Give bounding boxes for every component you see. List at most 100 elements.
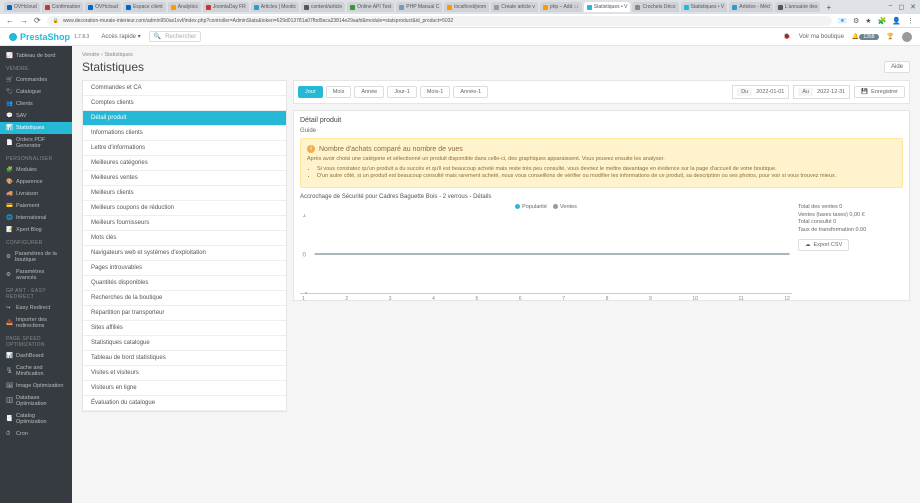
browser-tab[interactable]: OVHcloud [4, 2, 40, 12]
nav-forward-icon[interactable]: → [20, 16, 28, 25]
save-button[interactable]: 💾Enregistrer [854, 86, 905, 98]
period-button[interactable]: Jour-1 [387, 86, 417, 98]
svg-text:1: 1 [302, 214, 306, 219]
ext-icon[interactable]: 📧 [838, 17, 847, 25]
date-from[interactable]: Du2022-01-01 [732, 85, 789, 99]
browser-tab[interactable]: Online API Test [347, 2, 394, 12]
sidebar-item[interactable]: 🎨Apparence [0, 176, 72, 188]
sidebar-item[interactable]: 📑Catalog Optimization [0, 410, 72, 428]
sidebar-item[interactable]: 🏷Catalogue [0, 86, 72, 98]
quick-access[interactable]: Accès rapide ▾ [101, 33, 140, 40]
date-to[interactable]: Au2022-12-31 [793, 85, 850, 99]
submenu-item[interactable]: Meilleurs clients [83, 186, 286, 201]
browser-tab[interactable]: PHP Manual C [396, 2, 442, 12]
browser-tab[interactable]: Statistiques • V [681, 2, 728, 12]
browser-tab[interactable]: Confirmation [42, 2, 83, 12]
browser-tab[interactable]: JoomlaDay FR [203, 2, 249, 12]
sidebar-item[interactable]: ⏱Cron [0, 428, 72, 440]
period-button[interactable]: Mois [326, 86, 352, 98]
sidebar-item[interactable]: 💬SAV [0, 110, 72, 122]
sidebar-item[interactable]: 🧩Modules [0, 164, 72, 176]
sidebar-item[interactable]: ⚙Paramètres avancés [0, 266, 72, 284]
submenu-item[interactable]: Répartition par transporteur [83, 306, 286, 321]
url-input[interactable]: 🔒www.decoration-murale-interieur.com/adm… [47, 16, 833, 26]
submenu-item[interactable]: Statistiques catalogue [83, 336, 286, 351]
submenu-item[interactable]: Visiteurs en ligne [83, 381, 286, 396]
sidebar-item[interactable]: 📄Orders PDF Generator [0, 134, 72, 152]
menu-icon[interactable]: ⋮ [907, 17, 914, 25]
page-title: Statistiques [82, 60, 144, 74]
sidebar-item[interactable]: 🖼Image Optimization [0, 380, 72, 392]
submenu-item[interactable]: Informations clients [83, 126, 286, 141]
sidebar-item[interactable]: 🗜Cache and Minification [0, 362, 72, 380]
window-maximize[interactable]: ◻ [898, 3, 904, 11]
period-button[interactable]: Année [354, 86, 384, 98]
submenu-item[interactable]: Détail produit [83, 111, 286, 126]
submenu-item[interactable]: Lettre d'informations [83, 141, 286, 156]
nav-reload-icon[interactable]: ⟳ [34, 16, 41, 25]
submenu-item[interactable]: Mots clés [83, 231, 286, 246]
sidebar-item[interactable]: 🌐International [0, 212, 72, 224]
submenu-item[interactable]: Tableau de bord statistiques [83, 351, 286, 366]
sidebar-item[interactable]: 💳Paiement [0, 200, 72, 212]
trophy-icon[interactable]: 🏆 [887, 33, 894, 40]
period-button[interactable]: Année-1 [453, 86, 488, 98]
sidebar-item[interactable]: ⚙Paramètres de la boutique [0, 248, 72, 266]
profile-icon[interactable]: 👤 [892, 17, 901, 25]
menu-icon: 🖼 [6, 383, 12, 389]
submenu-item[interactable]: Comptes clients [83, 96, 286, 111]
window-close[interactable]: ✕ [910, 3, 916, 11]
ext-icon[interactable]: 🧩 [878, 17, 887, 25]
sidebar-dashboard[interactable]: 📈Tableau de bord [0, 50, 72, 62]
ext-icon[interactable]: ★ [865, 17, 871, 25]
browser-tab[interactable]: Create article v [491, 2, 538, 12]
browser-tab[interactable]: content/article [301, 2, 345, 12]
window-minimize[interactable]: − [888, 3, 892, 11]
sidebar-item[interactable]: 📥Importer des redirections [0, 314, 72, 332]
browser-tab[interactable]: Articles | Mootic [251, 2, 299, 12]
browser-tab[interactable]: Crochets Déco [632, 2, 678, 12]
browser-tab[interactable]: L'annuaire des [775, 2, 821, 12]
sidebar-item[interactable]: ↪Easy Redirect [0, 302, 72, 314]
debug-icon[interactable]: 🐞 [783, 33, 790, 40]
help-button[interactable]: Aide [884, 61, 910, 73]
period-button[interactable]: Jour [298, 86, 323, 98]
submenu-item[interactable]: Pages introuvables [83, 261, 286, 276]
browser-tab[interactable]: php – Add ↕↕ [540, 2, 582, 12]
new-tab-button[interactable]: + [826, 3, 831, 12]
view-shop-link[interactable]: Voir ma boutique [799, 34, 844, 40]
avatar[interactable] [902, 32, 912, 42]
submenu-item[interactable]: Commandes et CA [83, 81, 286, 96]
save-icon: 💾 [861, 89, 868, 95]
browser-tab[interactable]: localhost/joom [444, 2, 489, 12]
sidebar-item[interactable]: 🗄Database Optimization [0, 392, 72, 410]
sidebar-item[interactable]: 👥Clients [0, 98, 72, 110]
submenu-item[interactable]: Navigateurs web et systèmes d'exploitati… [83, 246, 286, 261]
submenu-item[interactable]: Meilleurs fournisseurs [83, 216, 286, 231]
browser-tab[interactable]: Statistiques • V [584, 2, 631, 12]
browser-tab[interactable]: Espace client [123, 2, 166, 12]
sidebar-item[interactable]: 🛒Commandes [0, 74, 72, 86]
submenu-item[interactable]: Évaluation du catalogue [83, 396, 286, 411]
sidebar-item[interactable]: 🚚Livraison [0, 188, 72, 200]
browser-tab[interactable]: Articles - Méd [729, 2, 773, 12]
sidebar-item[interactable]: 📝Xpert Blog [0, 224, 72, 236]
card-title: Détail produit [300, 117, 903, 128]
sidebar-item[interactable]: 📊DashBoard [0, 350, 72, 362]
browser-tab[interactable]: Analytics [168, 2, 201, 12]
ext-icon[interactable]: ⚙ [853, 17, 859, 25]
period-button[interactable]: Mois-1 [420, 86, 451, 98]
nav-back-icon[interactable]: ← [6, 16, 14, 25]
submenu-item[interactable]: Quantités disponibles [83, 276, 286, 291]
submenu-item[interactable]: Meilleures catégories [83, 156, 286, 171]
submenu-item[interactable]: Meilleures ventes [83, 171, 286, 186]
export-csv-button[interactable]: ☁Export CSV [798, 239, 849, 251]
notif-icon[interactable]: 🔔1358 [852, 33, 879, 40]
browser-tab[interactable]: OVHcloud [85, 2, 121, 12]
submenu-item[interactable]: Recherches de la boutique [83, 291, 286, 306]
submenu-item[interactable]: Meilleurs coupons de réduction [83, 201, 286, 216]
sidebar-item[interactable]: 📊Statistiques [0, 122, 72, 134]
submenu-item[interactable]: Visites et visiteurs [83, 366, 286, 381]
submenu-item[interactable]: Sites affiliés [83, 321, 286, 336]
header-search[interactable]: 🔍 Rechercher [149, 31, 202, 42]
